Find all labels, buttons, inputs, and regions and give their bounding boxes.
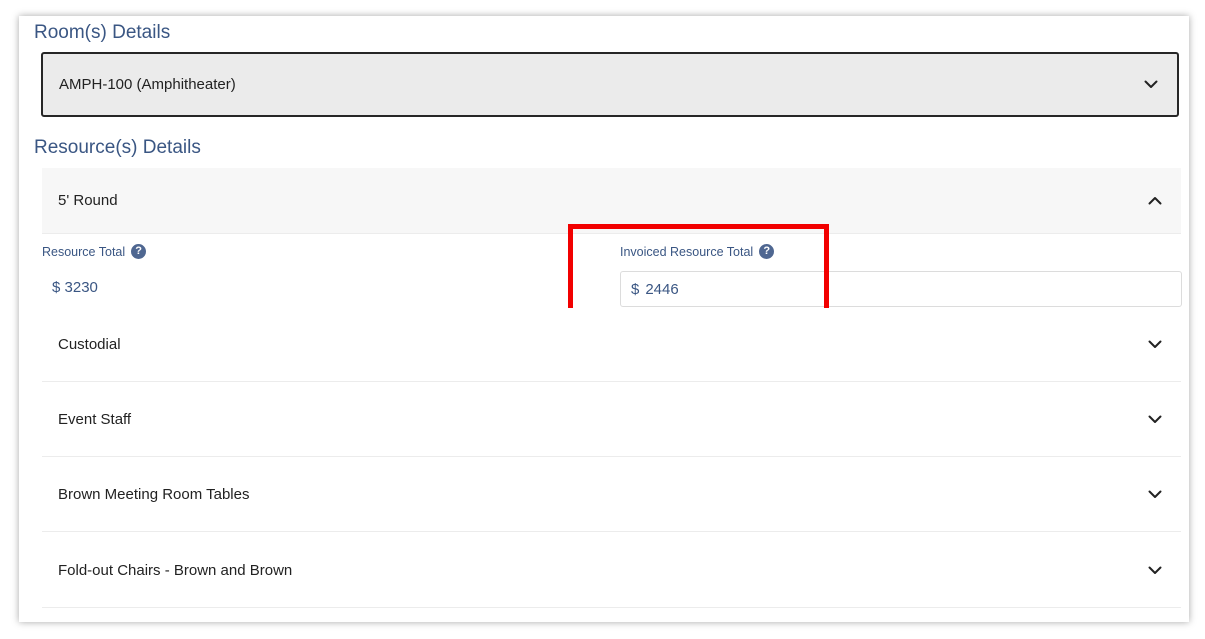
- room-accordion-label: AMPH-100 (Amphitheater): [59, 76, 236, 93]
- resource-accordion-custodial[interactable]: Custodial: [42, 308, 1181, 382]
- resource-accordion-label: Event Staff: [58, 411, 132, 428]
- resource-accordion-label: Brown Meeting Room Tables: [58, 486, 250, 503]
- room-accordion-amph-100[interactable]: AMPH-100 (Amphitheater): [41, 52, 1179, 117]
- invoiced-total-label: Invoiced Resource Total ?: [620, 244, 775, 259]
- resource-total-currency: $: [52, 279, 61, 296]
- resource-accordion-fold-out-chairs[interactable]: Fold-out Chairs - Brown and Brown: [42, 534, 1181, 608]
- resource-accordion-label: Custodial: [58, 336, 121, 353]
- resource-accordion-label: Fold-out Chairs - Brown and Brown: [58, 562, 293, 579]
- chevron-down-icon[interactable]: [1145, 410, 1165, 430]
- chevron-down-icon[interactable]: [1145, 485, 1165, 505]
- invoiced-total-currency: $: [631, 280, 640, 298]
- resource-accordion-label: 5' Round: [58, 192, 118, 209]
- chevron-up-icon[interactable]: [1145, 191, 1165, 211]
- resource-total-label-text: Resource Total: [42, 244, 126, 259]
- resources-section-heading: Resource(s) Details: [34, 137, 201, 158]
- resource-total-label: Resource Total ?: [42, 244, 147, 259]
- chevron-down-icon[interactable]: [1145, 561, 1165, 581]
- chevron-down-icon[interactable]: [1145, 335, 1165, 355]
- resource-accordion-5-round[interactable]: 5' Round: [42, 168, 1181, 234]
- resource-total-amount: 3230: [64, 279, 98, 296]
- reservation-details-card: Room(s) Details AMPH-100 (Amphitheater) …: [19, 16, 1189, 622]
- invoiced-total-label-text: Invoiced Resource Total: [620, 244, 754, 259]
- question-circle-icon[interactable]: ?: [131, 244, 147, 259]
- invoiced-total-input[interactable]: $ 2446: [620, 271, 1182, 307]
- chevron-down-icon[interactable]: [1141, 75, 1161, 95]
- resource-total-value: $ 3230: [52, 279, 98, 296]
- rooms-section-heading: Room(s) Details: [34, 22, 171, 43]
- invoiced-total-amount[interactable]: 2446: [645, 281, 678, 298]
- resource-accordion-brown-meeting-room-tables[interactable]: Brown Meeting Room Tables: [42, 458, 1181, 532]
- question-circle-icon[interactable]: ?: [759, 244, 775, 259]
- resource-accordion-event-staff[interactable]: Event Staff: [42, 383, 1181, 457]
